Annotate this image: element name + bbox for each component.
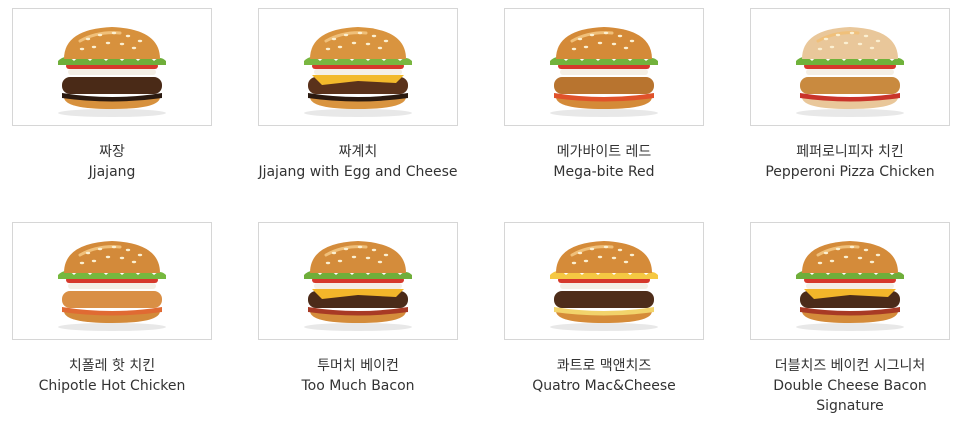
menu-item-name-en: Too Much Bacon	[301, 378, 415, 394]
burger-jjajang-icon	[58, 27, 166, 117]
burger-pepperoni-chicken-icon	[796, 27, 904, 117]
burger-megabite-red-icon	[550, 27, 658, 117]
menu-item-caption: 콰트로 맥앤치즈 Quatro Mac&Cheese	[504, 356, 704, 396]
menu-item-caption: 짜계치 Jjajang with Egg and Cheese	[258, 142, 458, 182]
menu-item-image[interactable]	[750, 222, 950, 340]
menu-item-caption: 치폴레 핫 치킨 Chipotle Hot Chicken	[12, 356, 212, 396]
menu-item-caption: 투머치 베이컨 Too Much Bacon	[258, 356, 458, 396]
menu-item-image[interactable]	[258, 222, 458, 340]
menu-item-image[interactable]	[12, 222, 212, 340]
menu-item-name-ko: 치폴레 핫 치킨	[68, 358, 156, 374]
menu-item-card[interactable]: 치폴레 핫 치킨 Chipotle Hot Chicken	[12, 222, 212, 396]
menu-item-name-en: Pepperoni Pizza Chicken	[765, 164, 935, 180]
menu-item-name-en: Jjajang with Egg and Cheese	[258, 164, 458, 180]
menu-item-image[interactable]	[12, 8, 212, 126]
burger-mac-cheese-icon	[550, 241, 658, 331]
menu-item-caption: 더블치즈 베이컨 시그니처 Double Cheese Bacon Signatu…	[750, 356, 950, 416]
menu-item-name-ko: 페퍼로니피자 치킨	[796, 144, 904, 160]
menu-item-card[interactable]: 짜장 Jjajang	[12, 8, 212, 182]
menu-item-name-ko: 더블치즈 베이컨 시그니처	[774, 358, 926, 374]
menu-item-name-en: Chipotle Hot Chicken	[38, 378, 186, 394]
menu-item-name-ko: 투머치 베이컨	[317, 358, 399, 374]
menu-item-card[interactable]: 페퍼로니피자 치킨 Pepperoni Pizza Chicken	[750, 8, 950, 182]
menu-item-name-en: Mega-bite Red	[553, 164, 655, 180]
menu-item-name-ko: 짜계치	[338, 144, 378, 160]
menu-item-image[interactable]	[504, 8, 704, 126]
menu-item-card[interactable]: 콰트로 맥앤치즈 Quatro Mac&Cheese	[504, 222, 704, 396]
burger-egg-cheese-icon	[304, 27, 412, 117]
burger-double-cheese-bacon-icon	[796, 241, 904, 331]
menu-grid: 짜장 Jjajang 짜계치 Jjajang with Egg and Cheese 메…	[0, 0, 954, 426]
burger-chipotle-chicken-icon	[58, 241, 166, 331]
menu-item-image[interactable]	[504, 222, 704, 340]
menu-item-caption: 짜장 Jjajang	[12, 142, 212, 182]
menu-item-name-en: Jjajang	[88, 164, 136, 180]
menu-item-name-en: Quatro Mac&Cheese	[532, 378, 676, 394]
menu-item-caption: 메가바이트 레드 Mega-bite Red	[504, 142, 704, 182]
menu-item-caption: 페퍼로니피자 치킨 Pepperoni Pizza Chicken	[750, 142, 950, 182]
menu-item-card[interactable]: 메가바이트 레드 Mega-bite Red	[504, 8, 704, 182]
menu-item-card[interactable]: 짜계치 Jjajang with Egg and Cheese	[258, 8, 458, 182]
menu-item-name-ko: 콰트로 맥앤치즈	[556, 358, 652, 374]
burger-bacon-icon	[304, 241, 412, 331]
menu-item-image[interactable]	[258, 8, 458, 126]
menu-item-image[interactable]	[750, 8, 950, 126]
menu-item-card[interactable]: 더블치즈 베이컨 시그니처 Double Cheese Bacon Signatu…	[750, 222, 950, 416]
menu-item-card[interactable]: 투머치 베이컨 Too Much Bacon	[258, 222, 458, 396]
menu-item-name-ko: 짜장	[99, 144, 125, 160]
menu-item-name-en: Double Cheese Bacon Signature	[773, 378, 927, 414]
menu-item-name-ko: 메가바이트 레드	[556, 144, 652, 160]
